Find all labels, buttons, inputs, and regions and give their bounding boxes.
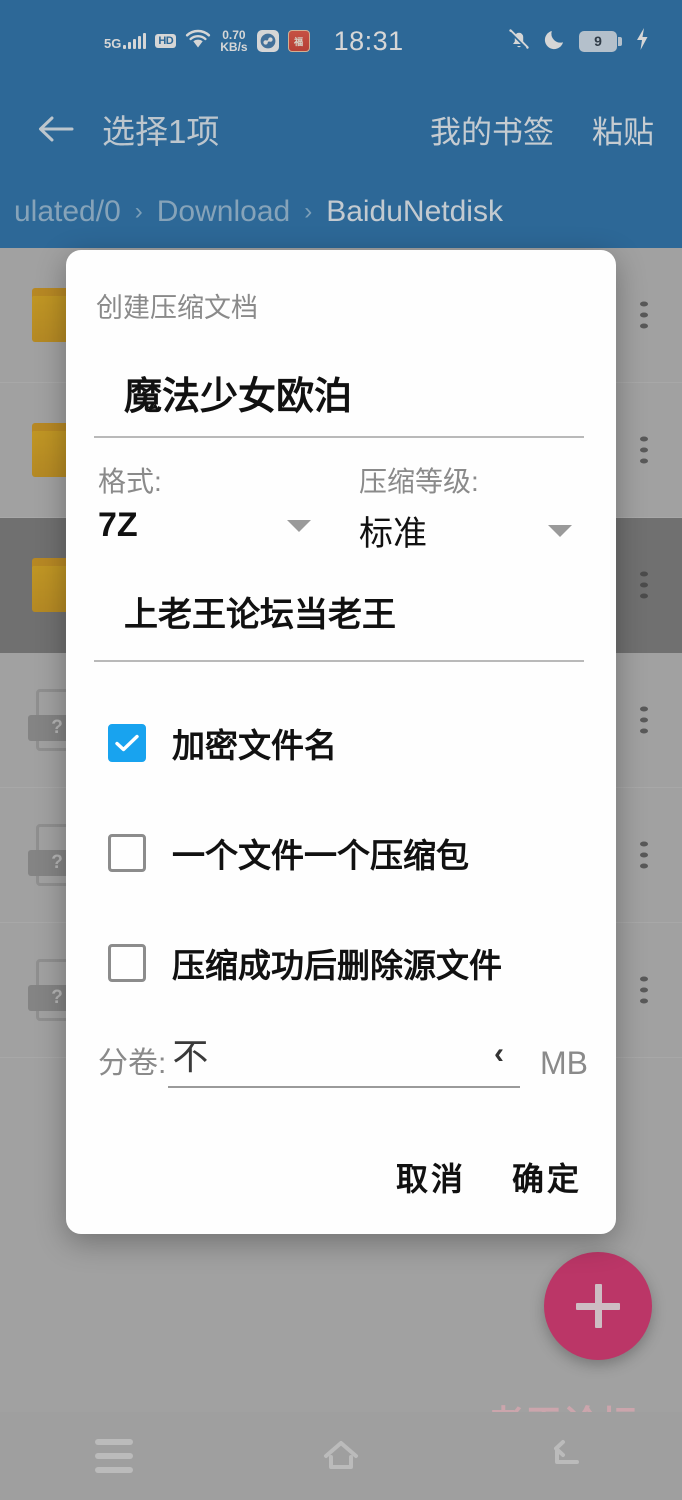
format-select-group: 格式: 7Z xyxy=(94,460,327,555)
dialog-options: 加密文件名 一个文件一个压缩包 压缩成功后删除源文件 xyxy=(94,662,588,1018)
option-delete-source-after[interactable]: 压缩成功后删除源文件 xyxy=(94,908,588,1018)
chevron-down-icon xyxy=(548,524,572,537)
create-archive-dialog: 创建压缩文档 魔法少女欧泊 格式: 7Z 压缩等级: 标准 上老王论坛当老王 加… xyxy=(66,250,616,1234)
dialog-selects: 格式: 7Z 压缩等级: 标准 xyxy=(94,438,588,555)
option-label: 加密文件名 xyxy=(172,727,337,764)
option-label: 压缩成功后删除源文件 xyxy=(172,947,502,984)
split-volume-value: 不 xyxy=(172,1036,209,1077)
checkbox-unchecked-icon[interactable] xyxy=(108,834,146,872)
chevron-left-icon[interactable]: ‹ xyxy=(494,1037,504,1071)
option-encrypt-filenames[interactable]: 加密文件名 xyxy=(94,688,588,798)
compression-level-label: 压缩等级: xyxy=(359,466,479,497)
split-volume-row: 分卷: 不 ‹ MB xyxy=(94,1018,588,1088)
dialog-title: 创建压缩文档 xyxy=(96,293,258,323)
archive-name-input[interactable]: 魔法少女欧泊 xyxy=(94,325,584,438)
compression-level-select[interactable]: 标准 xyxy=(355,500,588,555)
chevron-down-icon xyxy=(287,519,311,532)
cancel-button[interactable]: 取消 xyxy=(396,1154,466,1200)
confirm-button[interactable]: 确定 xyxy=(512,1154,582,1200)
dialog-actions: 取消 确定 xyxy=(396,1154,582,1200)
option-one-archive-per-file[interactable]: 一个文件一个压缩包 xyxy=(94,798,588,908)
split-volume-input[interactable]: 不 ‹ xyxy=(168,1028,520,1088)
format-value: 7Z xyxy=(98,506,138,544)
checkbox-checked-icon[interactable] xyxy=(108,724,146,762)
split-volume-label: 分卷: xyxy=(98,1047,167,1080)
format-label: 格式: xyxy=(98,466,162,497)
format-select[interactable]: 7Z xyxy=(94,500,327,545)
password-input[interactable]: 上老王论坛当老王 xyxy=(94,555,584,662)
option-label: 一个文件一个压缩包 xyxy=(172,837,469,874)
compression-level-group: 压缩等级: 标准 xyxy=(327,460,588,555)
split-volume-unit: MB xyxy=(540,1045,588,1081)
checkbox-unchecked-icon[interactable] xyxy=(108,944,146,982)
compression-level-value: 标准 xyxy=(359,515,427,553)
